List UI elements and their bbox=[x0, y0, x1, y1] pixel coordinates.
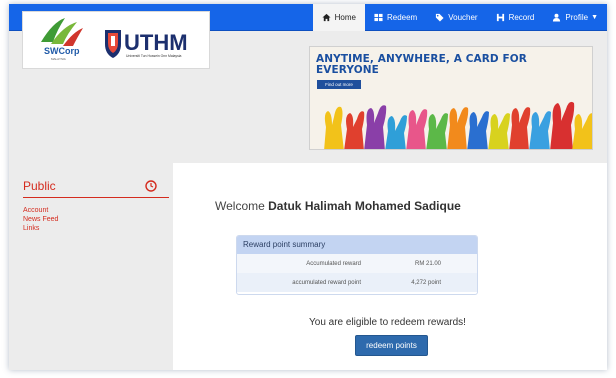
app-window: Home Redeem Voucher Record Profile ▼ SWC… bbox=[9, 4, 607, 370]
table-row: Accumulated reward RM 21.00 bbox=[237, 254, 477, 273]
uthm-logo-subtext: Universiti Tun Hussein Onn Malaysia bbox=[126, 54, 182, 58]
sidebar-link-links[interactable]: Links bbox=[23, 224, 58, 233]
promo-banner[interactable]: ANYTIME, ANYWHERE, A CARD FOR EVERYONE F… bbox=[309, 46, 593, 150]
table-row: accumulated reward point 4,272 point bbox=[237, 273, 477, 292]
sidebar-title: Public bbox=[23, 179, 56, 193]
tag-icon bbox=[435, 13, 444, 22]
reward-value: 4,272 point bbox=[411, 279, 441, 286]
nav-voucher-label: Voucher bbox=[448, 13, 478, 22]
reward-label: accumulated reward point bbox=[292, 279, 361, 286]
welcome-message: Welcome Datuk Halimah Mohamed Sadique bbox=[215, 199, 461, 213]
swcorp-logo-text: SWCorp bbox=[44, 46, 80, 56]
site-logo[interactable]: SWCorp MALAYSIA UTHM Universiti Tun Huss… bbox=[22, 11, 210, 69]
nav-profile[interactable]: Profile ▼ bbox=[543, 4, 607, 31]
user-icon bbox=[552, 13, 561, 22]
nav-redeem-label: Redeem bbox=[386, 13, 418, 22]
swcorp-logo-subtext: MALAYSIA bbox=[51, 57, 66, 61]
bookmark-icon bbox=[496, 13, 505, 22]
sidebar-links: Account News Feed Links bbox=[23, 206, 58, 233]
chevron-down-icon: ▼ bbox=[591, 14, 598, 21]
main-nav: Home Redeem Voucher Record Profile ▼ bbox=[312, 4, 607, 31]
eligibility-message: You are eligible to redeem rewards! bbox=[309, 317, 466, 328]
sidebar-link-news-feed[interactable]: News Feed bbox=[23, 215, 58, 224]
banner-title: ANYTIME, ANYWHERE, A CARD FOR EVERYONE bbox=[316, 53, 527, 76]
reward-summary-header: Reward point summary bbox=[237, 236, 477, 254]
redeem-points-button[interactable]: redeem points bbox=[355, 335, 428, 356]
nav-home-label: Home bbox=[334, 13, 356, 22]
uthm-crest-icon bbox=[105, 30, 121, 58]
nav-record[interactable]: Record bbox=[487, 4, 544, 31]
nav-home[interactable]: Home bbox=[312, 4, 365, 31]
welcome-prefix: Welcome bbox=[215, 199, 265, 213]
uthm-logo-text: UTHM bbox=[124, 30, 188, 55]
reward-summary-table: Reward point summary Accumulated reward … bbox=[236, 235, 478, 295]
nav-profile-label: Profile bbox=[565, 13, 589, 22]
clock-icon[interactable] bbox=[145, 180, 157, 192]
home-icon bbox=[322, 13, 331, 22]
nav-voucher[interactable]: Voucher bbox=[426, 4, 486, 31]
grid-icon bbox=[374, 13, 383, 22]
swcorp-logo-icon bbox=[41, 18, 83, 46]
nav-record-label: Record bbox=[508, 13, 535, 22]
sidebar-link-account[interactable]: Account bbox=[23, 206, 58, 215]
main-content: Welcome Datuk Halimah Mohamed Sadique Re… bbox=[173, 163, 607, 370]
reward-label: Accumulated reward bbox=[306, 260, 361, 267]
user-name: Datuk Halimah Mohamed Sadique bbox=[268, 199, 461, 213]
sidebar-divider bbox=[23, 197, 169, 198]
reward-value: RM 21.00 bbox=[414, 260, 441, 267]
find-out-more-button[interactable]: Find out more bbox=[317, 80, 361, 89]
nav-redeem[interactable]: Redeem bbox=[365, 4, 426, 31]
